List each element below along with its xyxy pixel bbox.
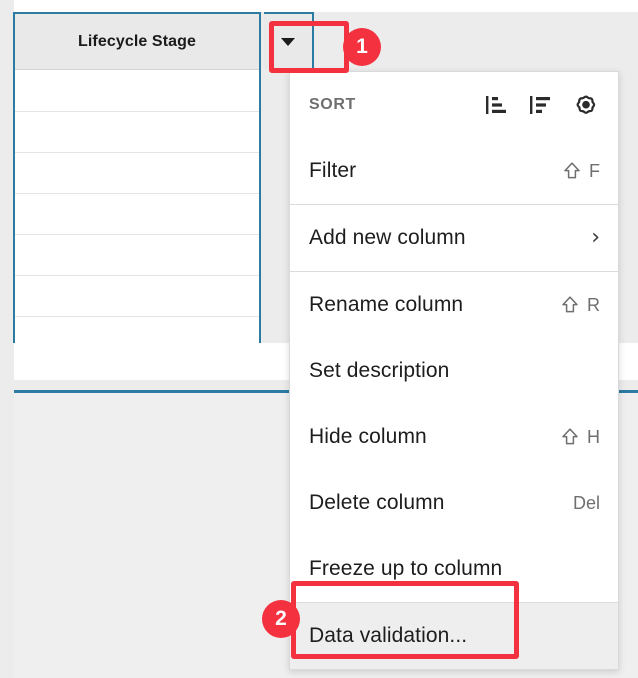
grid-row[interactable]: [15, 235, 259, 276]
row-gutter: [0, 0, 14, 678]
selected-column-block: Lifecycle Stage: [13, 12, 261, 358]
caret-down-icon: [281, 37, 295, 46]
menu-item-delete-column[interactable]: Delete column Del: [290, 470, 618, 536]
sort-descending-icon[interactable]: [528, 92, 554, 118]
grid-row[interactable]: [15, 276, 259, 317]
grid-row[interactable]: [15, 153, 259, 194]
menu-item-add-new-column[interactable]: Add new column ›: [290, 205, 618, 271]
menu-item-set-description[interactable]: Set description: [290, 338, 618, 404]
menu-item-hide-column[interactable]: Hide column H: [290, 404, 618, 470]
spreadsheet-page: Lifecycle Stage SORT Filter F Add new co…: [0, 0, 638, 678]
annotation-badge-1: 1: [343, 28, 381, 66]
menu-section-validation: Data validation...: [290, 602, 618, 669]
menu-item-filter[interactable]: Filter F: [290, 138, 618, 204]
menu-item-add-new-column-label: Add new column: [309, 226, 466, 249]
menu-item-rename-column-label: Rename column: [309, 293, 464, 316]
menu-section-title-sort: SORT: [309, 96, 356, 113]
menu-item-filter-label: Filter: [309, 159, 357, 182]
sort-icon-group: [484, 91, 600, 119]
menu-item-rename-column-shortcut: R: [561, 295, 600, 316]
menu-item-data-validation[interactable]: Data validation...: [290, 603, 618, 669]
shift-arrow-icon: [562, 428, 578, 445]
column-header-cell[interactable]: Lifecycle Stage: [15, 14, 259, 70]
menu-item-rename-column-shortcut-key: R: [587, 294, 600, 315]
menu-item-filter-shortcut-key: F: [589, 160, 600, 181]
column-context-menu: SORT Filter F Add new column › Rename co…: [289, 71, 619, 670]
grid-row[interactable]: [15, 71, 259, 112]
menu-item-hide-column-label: Hide column: [309, 425, 427, 448]
menu-section-sort: SORT Filter F: [290, 72, 618, 204]
menu-item-hide-column-shortcut-key: H: [587, 426, 600, 447]
menu-item-set-description-label: Set description: [309, 359, 450, 382]
grid-row[interactable]: [15, 112, 259, 153]
menu-item-hide-column-shortcut: H: [561, 427, 600, 448]
annotation-badge-2: 2: [262, 600, 300, 638]
menu-item-delete-column-shortcut: Del: [573, 493, 600, 514]
menu-item-delete-column-shortcut-key: Del: [572, 492, 600, 513]
sort-ascending-icon[interactable]: [484, 92, 510, 118]
column-header-label: Lifecycle Stage: [78, 32, 196, 50]
menu-item-freeze-up-to-column[interactable]: Freeze up to column: [290, 536, 618, 602]
shift-arrow-icon: [562, 296, 578, 313]
menu-section-column-actions: Rename column R Set description Hide col…: [290, 271, 618, 602]
menu-item-freeze-up-to-column-label: Freeze up to column: [309, 557, 503, 580]
shift-arrow-icon: [564, 162, 580, 179]
chevron-right-icon: ›: [591, 225, 600, 250]
column-header-dropdown-button[interactable]: [264, 12, 314, 69]
sort-settings-gear-icon[interactable]: [572, 91, 600, 119]
grid-rows: [15, 71, 259, 358]
menu-item-rename-column[interactable]: Rename column R: [290, 272, 618, 338]
menu-item-filter-shortcut: F: [563, 161, 600, 182]
menu-item-data-validation-label: Data validation...: [309, 624, 468, 647]
grid-row[interactable]: [15, 194, 259, 235]
menu-row-sort: SORT: [290, 72, 618, 138]
menu-section-add: Add new column ›: [290, 204, 618, 271]
sheet-top-strip: [14, 0, 638, 12]
menu-item-delete-column-label: Delete column: [309, 491, 445, 514]
